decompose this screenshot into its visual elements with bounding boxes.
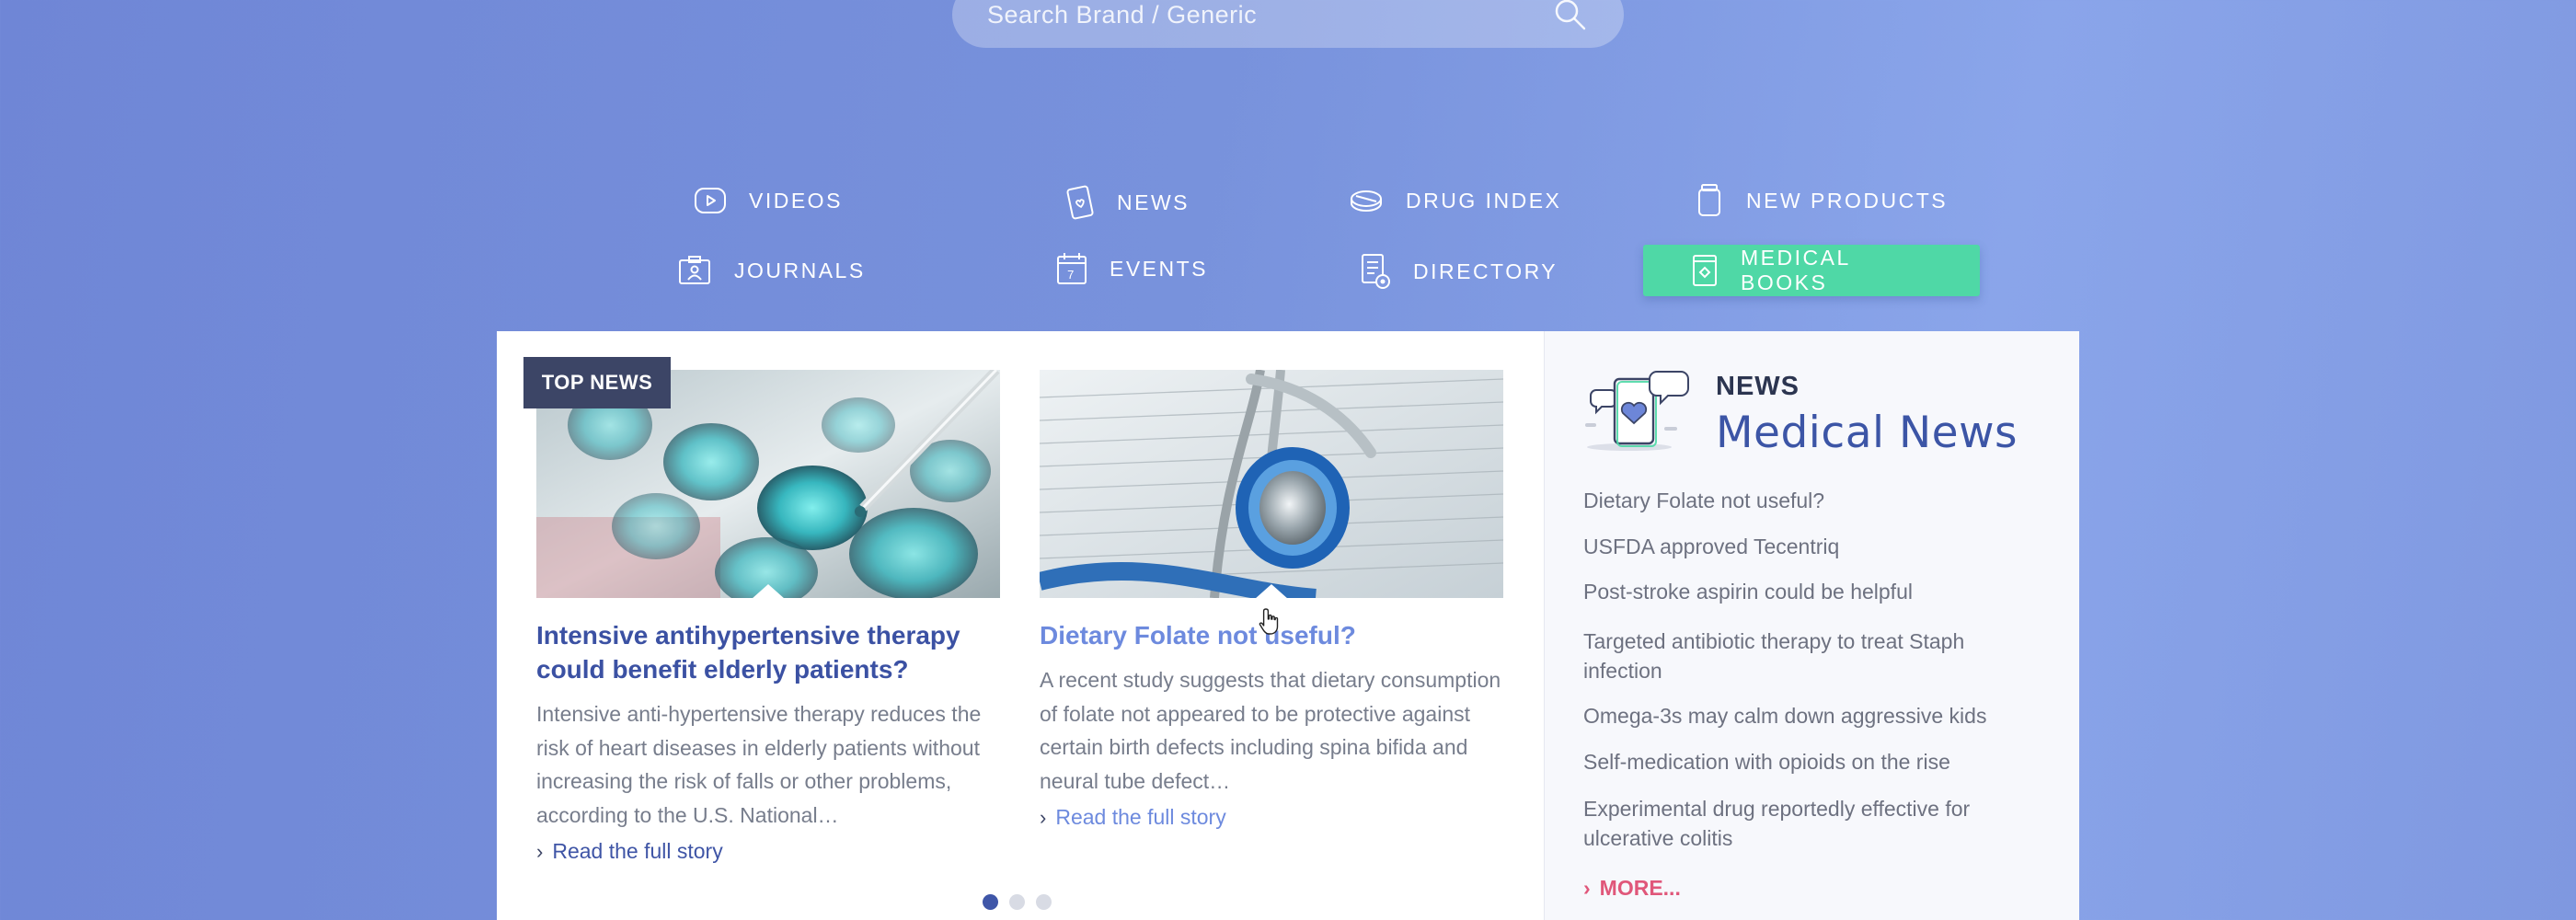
nav-news[interactable]: NEWS — [1065, 184, 1190, 221]
top-news-card: TOP NEWS Intensive antihypertensive ther… — [497, 331, 2079, 920]
chevron-right-icon: › — [1040, 805, 1047, 829]
carousel-dot[interactable] — [1009, 894, 1025, 910]
sidebar-kicker: NEWS — [1716, 372, 1800, 401]
nav-label: DIRECTORY — [1413, 259, 1558, 283]
directory-icon — [1362, 254, 1390, 289]
news-icon — [1066, 185, 1094, 220]
book-icon — [1693, 255, 1717, 286]
stethoscope-image[interactable] — [1040, 370, 1503, 598]
nav-label: MEDICAL BOOKS — [1741, 246, 1850, 294]
search-bar[interactable]: Search Brand / Generic — [952, 0, 1624, 48]
phone-heart-chat-icon — [1585, 371, 1689, 451]
article-card: Dietary Folate not useful? A recent stud… — [1040, 370, 1503, 830]
carousel-dot[interactable] — [1036, 894, 1052, 910]
svg-text:7: 7 — [1067, 268, 1076, 282]
read-full-story-link[interactable]: › Read the full story — [536, 839, 1000, 864]
more-label: MORE... — [1599, 876, 1681, 900]
news-list-item[interactable]: Targeted antibiotic therapy to treat Sta… — [1583, 627, 2043, 685]
nav-label: JOURNALS — [734, 258, 866, 282]
sidebar-title: Medical News — [1716, 408, 2018, 458]
thumb-notch — [1255, 584, 1288, 598]
nav-label: NEW PRODUCTS — [1746, 188, 1949, 213]
nav-videos[interactable]: VIDEOS — [694, 184, 843, 217]
news-list-item[interactable]: Experimental drug reportedly effective f… — [1583, 794, 2043, 853]
news-list-item[interactable]: Omega-3s may calm down aggressive kids — [1583, 701, 2043, 730]
read-full-story-link[interactable]: › Read the full story — [1040, 805, 1503, 830]
article-card: Intensive antihypertensive therapy could… — [536, 370, 1000, 864]
product-icon — [1698, 184, 1720, 216]
chevron-right-icon: › — [536, 839, 544, 863]
more-news-link[interactable]: › MORE... — [1583, 876, 1681, 901]
news-list-item[interactable]: Dietary Folate not useful? — [1583, 486, 2043, 515]
nav-new-products[interactable]: NEW PRODUCTS — [1695, 182, 1948, 219]
hand-cursor-icon — [1259, 608, 1279, 635]
carousel-pagination — [983, 894, 1052, 910]
nav-drug-index[interactable]: DRUG INDEX — [1349, 184, 1561, 217]
carousel-dot[interactable] — [983, 894, 998, 910]
medical-news-sidebar: NEWS Medical News Dietary Folate not use… — [1544, 331, 2079, 920]
search-input[interactable]: Search Brand / Generic — [987, 1, 1552, 29]
video-icon — [695, 188, 726, 213]
read-more-label: Read the full story — [552, 839, 723, 863]
article-summary: A recent study suggests that dietary con… — [1040, 668, 1501, 793]
nav-label: DRUG INDEX — [1406, 188, 1562, 213]
article-summary: Intensive anti-hypertensive therapy redu… — [536, 702, 982, 827]
nav-journals[interactable]: JOURNALS — [677, 252, 866, 289]
nav-label: VIDEOS — [749, 188, 843, 213]
pill-icon — [1351, 190, 1382, 213]
news-list-item[interactable]: Post-stroke aspirin could be helpful — [1583, 577, 2043, 606]
sidebar-header: NEWS Medical News — [1583, 368, 2018, 458]
news-list-item[interactable]: USFDA approved Tecentriq — [1583, 532, 2043, 561]
top-news-badge: TOP NEWS — [523, 357, 671, 408]
article-title[interactable]: Intensive antihypertensive therapy could… — [536, 618, 1000, 686]
news-list-item[interactable]: Self-medication with opioids on the rise — [1583, 747, 2043, 776]
news-list: Dietary Folate not useful? USFDA approve… — [1583, 486, 2043, 853]
nav-directory[interactable]: DIRECTORY — [1360, 252, 1558, 291]
journal-icon — [679, 256, 710, 284]
read-more-label: Read the full story — [1055, 805, 1226, 829]
search-icon[interactable] — [1552, 0, 1589, 33]
chevron-right-icon: › — [1583, 876, 1591, 900]
calendar-icon: 7 — [1057, 253, 1087, 284]
nav-medical-books[interactable]: MEDICAL BOOKS — [1643, 245, 1980, 296]
top-news-carousel: TOP NEWS Intensive antihypertensive ther… — [497, 331, 1544, 920]
nav-label: EVENTS — [1110, 256, 1209, 281]
nav-events[interactable]: 7 EVENTS — [1056, 250, 1208, 287]
thumb-notch — [752, 584, 785, 598]
nav-label: NEWS — [1117, 190, 1190, 214]
